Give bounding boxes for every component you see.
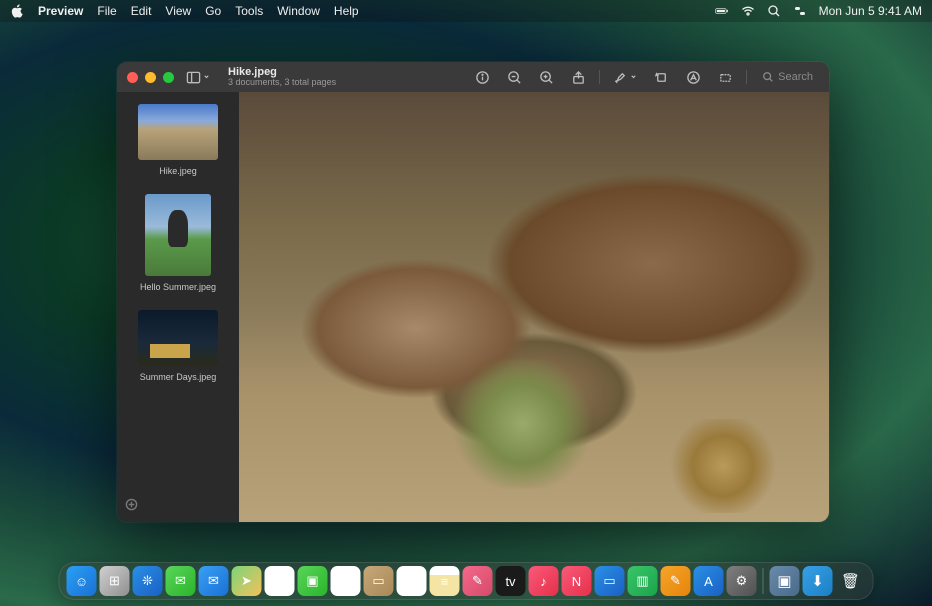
apple-menu[interactable] — [10, 4, 24, 18]
subtitle-label: 3 documents, 3 total pages — [228, 78, 336, 88]
window-zoom-button[interactable] — [163, 72, 174, 83]
thumbnail-sidebar[interactable]: Hike.jpeg Hello Summer.jpeg Summer Days.… — [117, 92, 239, 522]
titlebar[interactable]: Hike.jpeg 3 documents, 3 total pages Sea… — [117, 62, 829, 92]
zoom-in-button[interactable] — [535, 68, 558, 87]
dock: ☺⊞❊✉✉➤❀▣5▭☰≡✎tv♪N▭▥✎A⚙▣⬇🗑 — [59, 562, 874, 600]
menu-go[interactable]: Go — [205, 4, 221, 18]
battery-icon[interactable] — [715, 4, 729, 18]
dock-keynote[interactable]: ▭ — [595, 566, 625, 596]
thumbnail-item[interactable]: Summer Days.jpeg — [117, 310, 239, 382]
sidebar-add-button[interactable] — [125, 498, 138, 516]
menubar-clock[interactable]: Mon Jun 5 9:41 AM — [819, 4, 922, 18]
preview-window: Hike.jpeg 3 documents, 3 total pages Sea… — [117, 62, 829, 522]
dock-freeform[interactable]: ✎ — [463, 566, 493, 596]
dock-contacts[interactable]: ▭ — [364, 566, 394, 596]
dock-appstore[interactable]: A — [694, 566, 724, 596]
highlight-button[interactable] — [609, 68, 641, 87]
dock-mail[interactable]: ✉ — [199, 566, 229, 596]
dock-numbers[interactable]: ▥ — [628, 566, 658, 596]
thumbnail-item[interactable]: Hello Summer.jpeg — [117, 194, 239, 292]
dock-preview[interactable]: ▣ — [770, 566, 800, 596]
dock-tv[interactable]: tv — [496, 566, 526, 596]
search-field[interactable]: Search — [756, 70, 819, 84]
menu-window[interactable]: Window — [277, 4, 320, 18]
search-placeholder: Search — [778, 71, 813, 83]
dock-finder[interactable]: ☺ — [67, 566, 97, 596]
crop-button[interactable] — [714, 68, 737, 87]
menu-file[interactable]: File — [97, 4, 116, 18]
thumbnail-label: Hike.jpeg — [159, 166, 197, 176]
dock-safari[interactable]: ❊ — [133, 566, 163, 596]
window-minimize-button[interactable] — [145, 72, 156, 83]
dock-settings[interactable]: ⚙ — [727, 566, 757, 596]
thumbnail-item[interactable]: Hike.jpeg — [117, 104, 239, 176]
search-icon — [762, 71, 774, 83]
dock-news[interactable]: N — [562, 566, 592, 596]
menu-edit[interactable]: Edit — [131, 4, 152, 18]
dock-launchpad[interactable]: ⊞ — [100, 566, 130, 596]
image-canvas[interactable] — [239, 92, 829, 522]
dock-downloads[interactable]: ⬇ — [803, 566, 833, 596]
dock-pages[interactable]: ✎ — [661, 566, 691, 596]
dock-facetime[interactable]: ▣ — [298, 566, 328, 596]
menu-view[interactable]: View — [165, 4, 191, 18]
menu-help[interactable]: Help — [334, 4, 359, 18]
markup-button[interactable] — [682, 68, 705, 87]
info-button[interactable] — [471, 68, 494, 87]
wifi-icon[interactable] — [741, 4, 755, 18]
thumbnail-label: Summer Days.jpeg — [140, 372, 217, 382]
dock-trash[interactable]: 🗑 — [836, 566, 866, 596]
thumbnail-image — [145, 194, 211, 276]
sidebar-toggle-button[interactable] — [182, 68, 214, 87]
control-center-icon[interactable] — [793, 4, 807, 18]
thumbnail-label: Hello Summer.jpeg — [140, 282, 216, 292]
window-close-button[interactable] — [127, 72, 138, 83]
divider — [746, 70, 747, 84]
share-button[interactable] — [567, 68, 590, 87]
app-name[interactable]: Preview — [38, 4, 83, 18]
window-title: Hike.jpeg 3 documents, 3 total pages — [228, 66, 336, 88]
dock-maps[interactable]: ➤ — [232, 566, 262, 596]
dock-notes[interactable]: ≡ — [430, 566, 460, 596]
zoom-out-button[interactable] — [503, 68, 526, 87]
dock-calendar[interactable]: 5 — [331, 566, 361, 596]
rotate-button[interactable] — [650, 68, 673, 87]
thumbnail-image — [138, 104, 218, 160]
dock-reminders[interactable]: ☰ — [397, 566, 427, 596]
dock-photos[interactable]: ❀ — [265, 566, 295, 596]
menu-tools[interactable]: Tools — [235, 4, 263, 18]
dock-messages[interactable]: ✉ — [166, 566, 196, 596]
main-image — [239, 92, 829, 522]
dock-separator — [763, 568, 764, 594]
divider — [599, 70, 600, 84]
thumbnail-image — [138, 310, 218, 366]
dock-music[interactable]: ♪ — [529, 566, 559, 596]
spotlight-icon[interactable] — [767, 4, 781, 18]
menubar: Preview File Edit View Go Tools Window H… — [0, 0, 932, 22]
